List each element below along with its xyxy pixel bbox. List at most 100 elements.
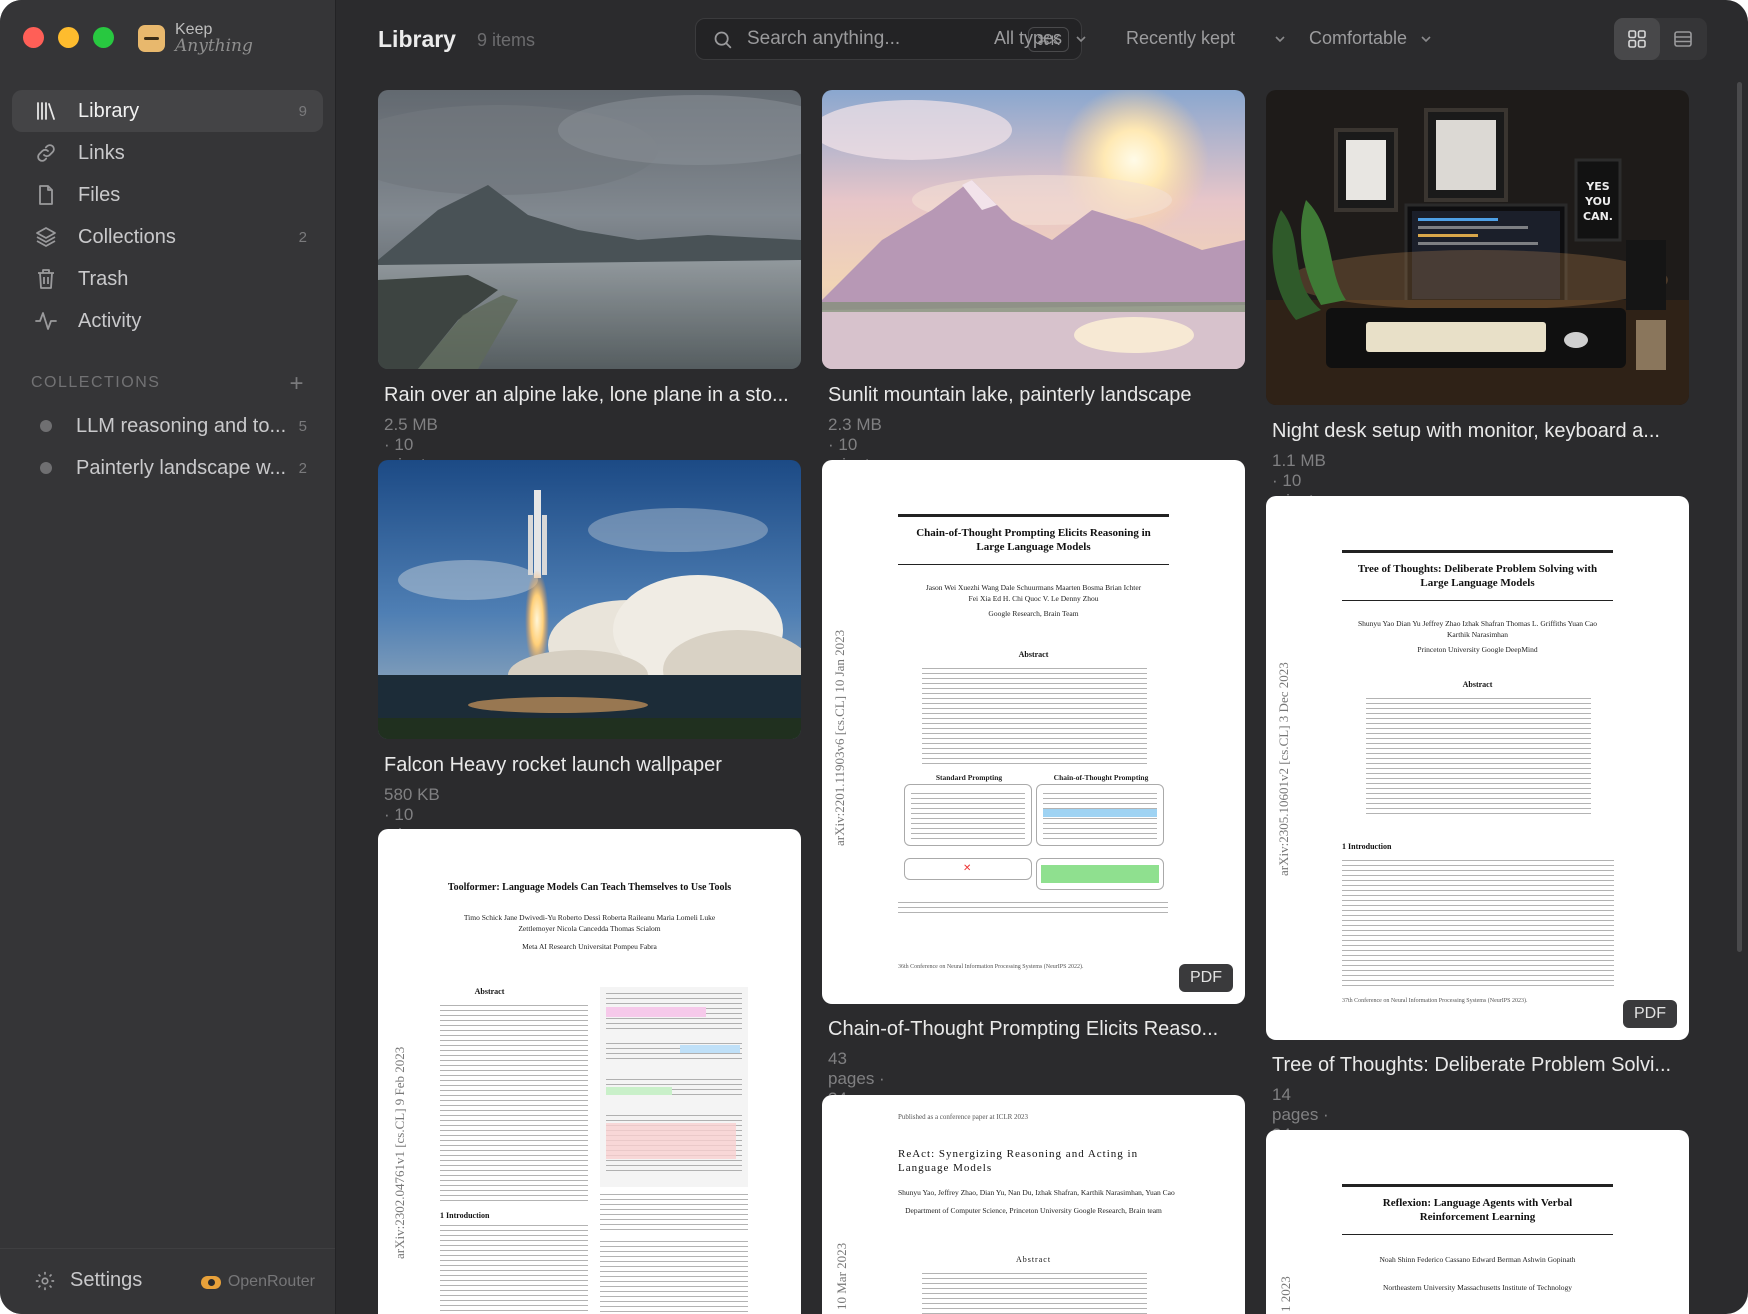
paper-footer: 37th Conference on Neural Information Pr…	[1342, 998, 1528, 1004]
card-thumbnail[interactable]	[378, 460, 801, 739]
svg-text:YOU: YOU	[1584, 195, 1611, 208]
toolbar: Library 9 items ⌘K All types Recently ke…	[337, 0, 1748, 80]
chevron-down-icon	[1275, 35, 1285, 42]
library-icon	[32, 97, 60, 125]
sidebar-nav: Library 9 Links Files Collections 2 Tras…	[12, 90, 323, 342]
provider-label: OpenRouter	[227, 1273, 315, 1290]
scrollbar-thumb[interactable]	[1737, 82, 1742, 952]
settings-button[interactable]: Settings	[34, 1269, 142, 1292]
figure-box	[904, 784, 1032, 846]
type-filter-dropdown[interactable]: All types	[994, 28, 1088, 49]
arxiv-id: 10 Mar 2023	[834, 1242, 849, 1310]
openrouter-icon	[200, 1275, 221, 1289]
paper-figure	[600, 987, 748, 1187]
sidebar-item-label: Library	[78, 99, 140, 122]
card-thumbnail[interactable]: Chain-of-Thought Prompting Elicits Reaso…	[822, 460, 1245, 1004]
sidebar-item-count: 2	[298, 228, 307, 246]
svg-text:YES: YES	[1585, 180, 1609, 193]
provider-indicator[interactable]: OpenRouter	[200, 1273, 315, 1291]
svg-text:CAN.: CAN.	[1583, 210, 1613, 223]
paper-section-heading: 1 Introduction	[440, 1211, 490, 1220]
card-title: Falcon Heavy rocket launch wallpaper	[384, 754, 722, 776]
sort-dropdown[interactable]: Recently kept	[1126, 28, 1287, 49]
card-title: Night desk setup with monitor, keyboard …	[1272, 420, 1660, 442]
brand-logo: Keep Anything	[138, 22, 253, 55]
list-view-button[interactable]	[1660, 18, 1706, 60]
settings-label: Settings	[70, 1269, 143, 1291]
paper-title: Chain-of-Thought Prompting Elicits Reaso…	[916, 527, 1151, 553]
card-title: Chain-of-Thought Prompting Elicits Reaso…	[828, 1018, 1219, 1040]
painterly-lake-image	[822, 90, 1245, 369]
app-logo-icon	[138, 24, 165, 52]
arxiv-id: 1 2023	[1278, 1276, 1293, 1312]
grid-view-button[interactable]	[1614, 18, 1660, 60]
paper-abstract-heading: Abstract	[1462, 680, 1493, 689]
collection-count: 2	[298, 459, 307, 477]
paper-header: Published as a conference paper at ICLR …	[898, 1113, 1029, 1121]
figure-box: ✕	[904, 858, 1032, 880]
collection-count: 5	[298, 417, 307, 435]
add-collection-button[interactable]: +	[289, 370, 305, 398]
sidebar-item-files[interactable]: Files	[12, 174, 323, 216]
minimize-window-button[interactable]	[58, 27, 79, 48]
card-thumbnail[interactable]: Reflexion: Language Agents with Verbal R…	[1266, 1130, 1689, 1314]
paper-affiliation: Google Research, Brain Team	[988, 609, 1079, 618]
paper-affiliation: Department of Computer Science, Princeto…	[905, 1206, 1162, 1215]
link-icon	[32, 139, 60, 167]
card-thumbnail[interactable]: Tree of Thoughts: Deliberate Problem Sol…	[1266, 496, 1689, 1040]
card-title: Rain over an alpine lake, lone plane in …	[384, 384, 789, 406]
paper-abstract-heading: Abstract	[474, 987, 505, 996]
collection-dot-icon	[40, 462, 52, 474]
paper-title: Tree of Thoughts: Deliberate Problem Sol…	[1357, 563, 1598, 589]
figure-box	[1036, 858, 1164, 890]
search-icon	[714, 31, 732, 48]
zoom-window-button[interactable]	[93, 27, 114, 48]
collection-dot-icon	[40, 420, 52, 432]
collection-item[interactable]: LLM reasoning and to... 5	[12, 405, 323, 447]
sidebar-item-links[interactable]: Links	[12, 132, 323, 174]
paper-affiliation: Meta AI Research Universitat Pompeu Fabr…	[522, 942, 657, 951]
pdf-badge: PDF	[1623, 1000, 1677, 1028]
collections-heading: COLLECTIONS +	[31, 370, 305, 397]
card-thumbnail[interactable]	[822, 90, 1245, 369]
app-window: Keep Anything Library 9 Links Files Coll…	[0, 0, 1748, 1314]
collection-item[interactable]: Painterly landscape w... 2	[12, 447, 323, 489]
rainy-lake-image	[378, 90, 801, 369]
figure-label-right: Chain-of-Thought Prompting	[1053, 773, 1149, 782]
paper-authors: Jason Wei Xuezhi Wang Dale Schuurmans Ma…	[925, 583, 1142, 603]
paper-authors: Shunyu Yao Dian Yu Jeffrey Zhao Izhak Sh…	[1358, 619, 1597, 639]
page-title: Library	[378, 26, 456, 52]
sidebar-item-collections[interactable]: Collections 2	[12, 216, 323, 258]
view-toggle	[1614, 18, 1707, 60]
figure-box	[1036, 784, 1164, 846]
sidebar-item-trash[interactable]: Trash	[12, 258, 323, 300]
grid-icon	[1628, 30, 1646, 48]
sidebar-item-label: Activity	[78, 309, 142, 332]
sidebar-item-library[interactable]: Library 9	[12, 90, 323, 132]
card-thumbnail[interactable]	[378, 90, 801, 369]
density-dropdown[interactable]: Comfortable	[1309, 28, 1433, 49]
list-icon	[1674, 31, 1692, 47]
sidebar-item-activity[interactable]: Activity	[12, 300, 323, 342]
card-thumbnail[interactable]: Published as a conference paper at ICLR …	[822, 1095, 1245, 1314]
desk-setup-image: YES YOU CAN.	[1266, 90, 1689, 405]
card-title: Tree of Thoughts: Deliberate Problem Sol…	[1272, 1054, 1672, 1076]
arxiv-id: arXiv:2305.10601v2 [cs.CL] 3 Dec 2023	[1276, 662, 1291, 876]
card-thumbnail[interactable]: YES YOU CAN.	[1266, 90, 1689, 405]
paper-title: Toolformer: Language Models Can Teach Th…	[447, 882, 732, 893]
search-input[interactable]	[747, 28, 1007, 50]
paper-affiliation: Northeastern University Massachusetts In…	[1382, 1283, 1573, 1292]
paper-abstract-heading: Abstract	[1018, 650, 1049, 659]
collections-list: LLM reasoning and to... 5 Painterly land…	[12, 405, 323, 489]
collection-label: LLM reasoning and to...	[76, 414, 287, 437]
paper-section-heading: 1 Introduction	[1342, 842, 1392, 851]
pdf-badge: PDF	[1179, 964, 1233, 992]
close-window-button[interactable]	[23, 27, 44, 48]
card-title: Sunlit mountain lake, painterly landscap…	[828, 384, 1192, 406]
paper-abstract-heading: Abstract	[1015, 1255, 1052, 1264]
wrong-mark-icon: ✕	[963, 863, 972, 874]
card-thumbnail[interactable]: Toolformer: Language Models Can Teach Th…	[378, 829, 801, 1314]
paper-authors: Timo Schick Jane Dwivedi-Yu Roberto Dess…	[463, 913, 716, 933]
paper-title: ReAct: Synergizing Reasoning and Acting …	[898, 1148, 1139, 1174]
paper-authors: Shunyu Yao, Jeffrey Zhao, Dian Yu, Nan D…	[898, 1188, 1175, 1197]
